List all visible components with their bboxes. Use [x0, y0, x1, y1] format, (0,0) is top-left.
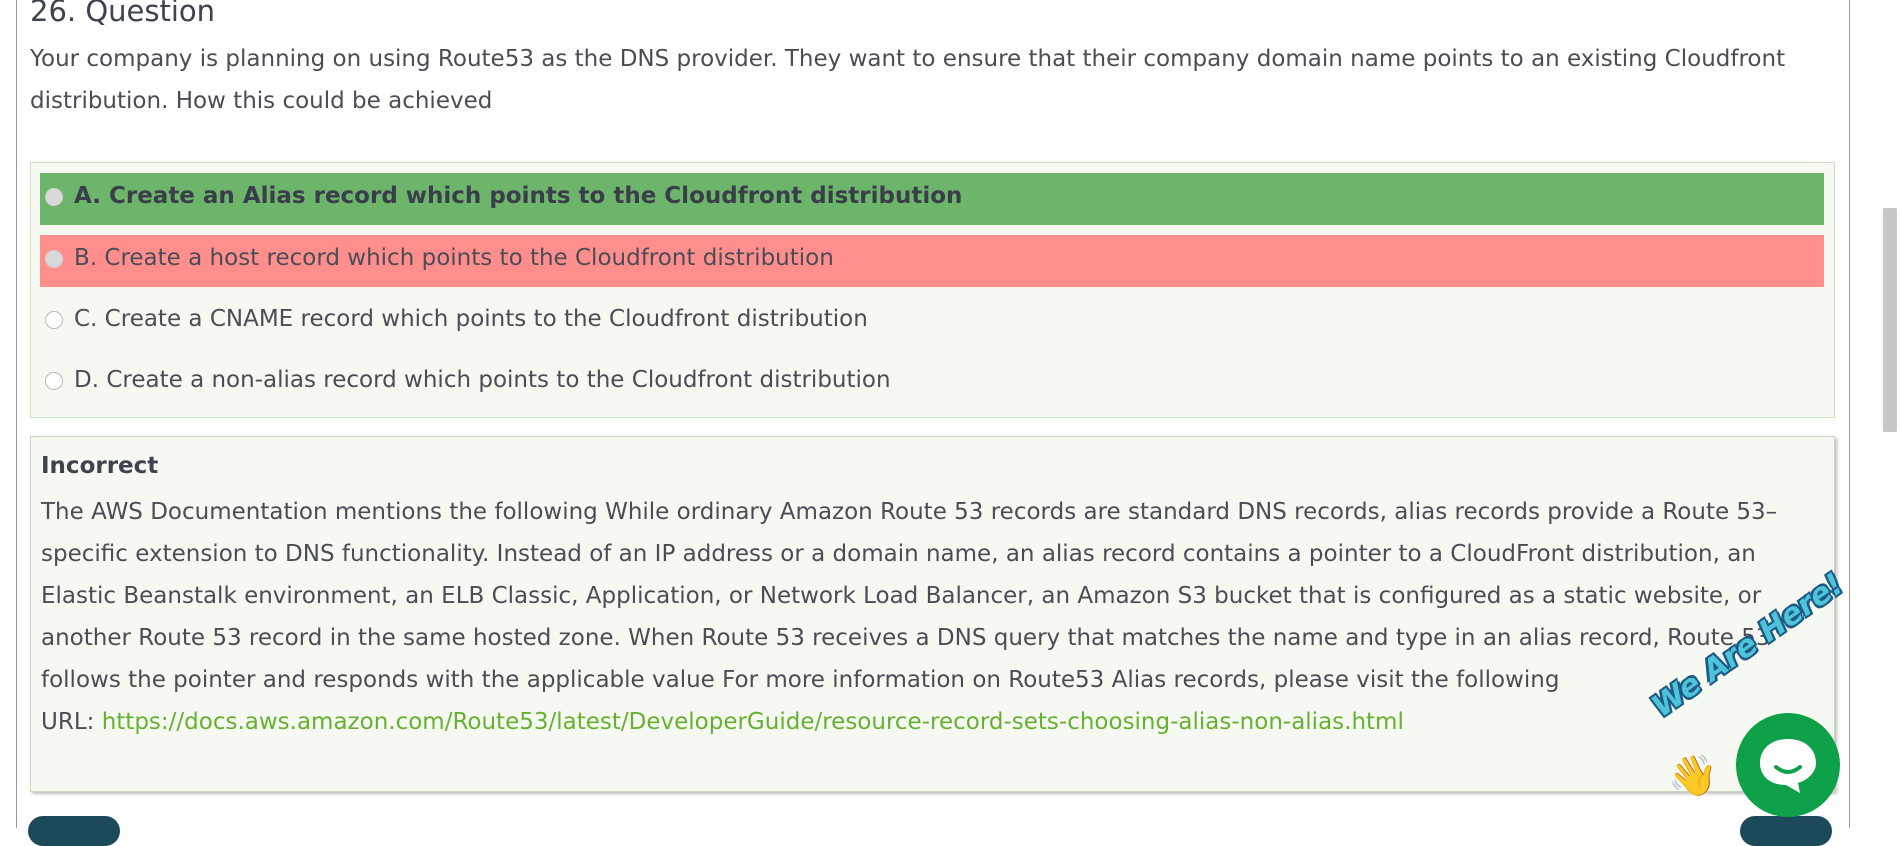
option-label: C. Create a CNAME record which points to…	[74, 306, 868, 332]
explanation-panel: Incorrect The AWS Documentation mentions…	[30, 436, 1835, 792]
waving-hand-icon: 👋	[1668, 753, 1718, 799]
question-text: Your company is planning on using Route5…	[30, 46, 1786, 114]
option-b[interactable]: B. Create a host record which points to …	[40, 235, 1824, 287]
next-button[interactable]	[1740, 816, 1832, 846]
explanation-text: The AWS Documentation mentions the follo…	[41, 491, 1826, 743]
option-d[interactable]: D. Create a non-alias record which point…	[40, 357, 1824, 409]
explanation-body: The AWS Documentation mentions the follo…	[41, 499, 1778, 693]
option-label: D. Create a non-alias record which point…	[74, 367, 891, 393]
result-status: Incorrect	[41, 453, 159, 479]
previous-button[interactable]	[28, 816, 120, 846]
option-label: B. Create a host record which points to …	[74, 245, 834, 271]
reference-link[interactable]: https://docs.aws.amazon.com/Route53/late…	[102, 709, 1404, 735]
chat-bubble-icon	[1760, 739, 1816, 793]
chat-button[interactable]	[1736, 713, 1840, 817]
radio-button[interactable]	[45, 372, 63, 390]
radio-button[interactable]	[45, 311, 63, 329]
option-label: A. Create an Alias record which points t…	[74, 183, 963, 209]
url-prefix: URL:	[41, 709, 102, 735]
radio-button[interactable]	[45, 188, 63, 206]
option-a[interactable]: A. Create an Alias record which points t…	[40, 173, 1824, 225]
radio-button[interactable]	[45, 250, 63, 268]
option-c[interactable]: C. Create a CNAME record which points to…	[40, 296, 1824, 348]
scrollbar-thumb[interactable]	[1883, 208, 1897, 432]
options-list: A. Create an Alias record which points t…	[30, 162, 1835, 418]
question-title: 26. Question	[30, 0, 216, 28]
